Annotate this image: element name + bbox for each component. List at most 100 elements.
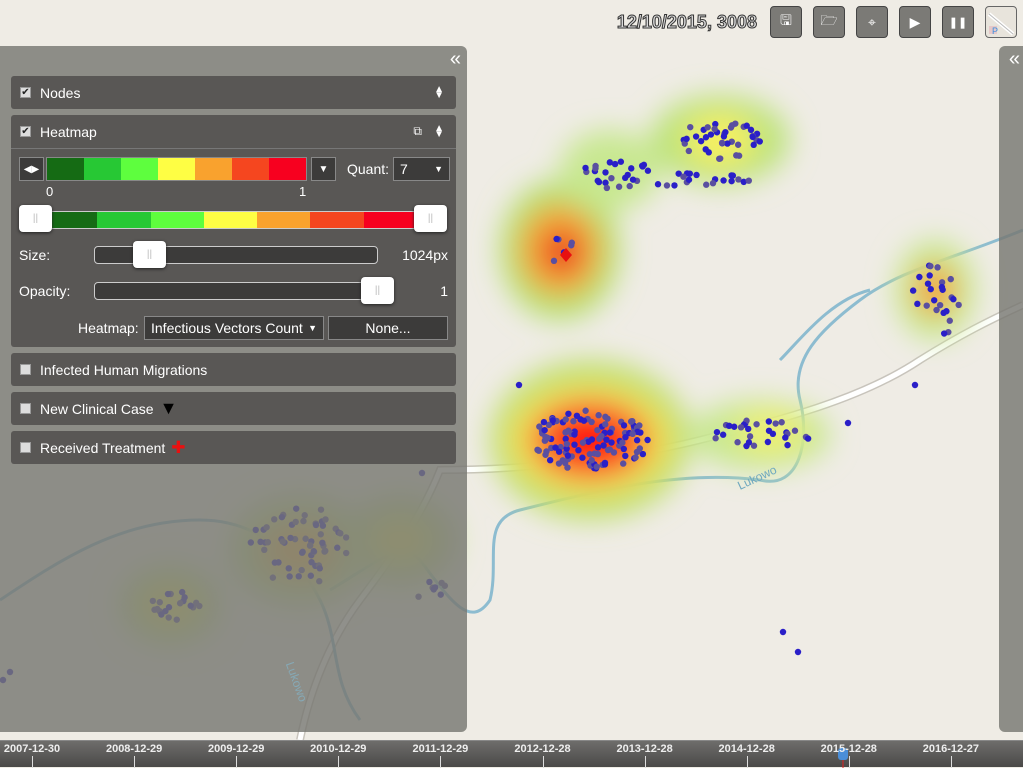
node-dot[interactable] bbox=[705, 149, 712, 156]
node-dot[interactable] bbox=[608, 174, 615, 182]
node-dot[interactable] bbox=[550, 257, 558, 265]
node-dot[interactable] bbox=[663, 182, 671, 189]
node-dot[interactable] bbox=[779, 628, 787, 636]
node-dot[interactable] bbox=[764, 438, 772, 446]
node-dot[interactable] bbox=[633, 448, 641, 456]
node-dot[interactable] bbox=[582, 407, 589, 414]
node-dot[interactable] bbox=[540, 418, 548, 426]
node-dot[interactable] bbox=[598, 432, 605, 440]
node-dot[interactable] bbox=[693, 171, 700, 179]
node-dot[interactable] bbox=[632, 454, 639, 461]
save-button[interactable]: 🖫 bbox=[770, 6, 802, 38]
node-dot[interactable] bbox=[709, 180, 717, 187]
node-dot[interactable] bbox=[938, 283, 946, 291]
node-dot[interactable] bbox=[724, 140, 731, 147]
node-dot[interactable] bbox=[707, 131, 715, 138]
node-dot[interactable] bbox=[633, 437, 641, 444]
node-dot[interactable] bbox=[728, 177, 735, 185]
node-dot[interactable] bbox=[582, 164, 589, 172]
node-dot[interactable] bbox=[620, 460, 627, 467]
timeline[interactable]: 2007-12-30 2008-12-29 2009-12-29 2010-12-29… bbox=[0, 740, 1023, 768]
external-link-icon[interactable]: ⧉ bbox=[413, 124, 422, 139]
node-dot[interactable] bbox=[927, 285, 934, 293]
node-dot[interactable] bbox=[610, 449, 618, 456]
node-dot[interactable] bbox=[588, 457, 595, 464]
play-button[interactable]: ▶ bbox=[899, 6, 931, 38]
open-button[interactable]: 🗁 bbox=[813, 6, 845, 38]
node-dot[interactable] bbox=[772, 420, 779, 427]
node-dot[interactable] bbox=[594, 450, 602, 458]
node-dot[interactable] bbox=[924, 280, 932, 287]
none-button[interactable]: None... bbox=[328, 316, 448, 340]
node-dot[interactable] bbox=[565, 410, 572, 417]
node-dot[interactable] bbox=[515, 381, 523, 389]
node-dot[interactable] bbox=[844, 419, 852, 427]
node-dot[interactable] bbox=[579, 454, 586, 461]
node-dot[interactable] bbox=[683, 135, 690, 143]
pause-button[interactable]: ❚❚ bbox=[942, 6, 974, 38]
node-dot[interactable] bbox=[549, 417, 557, 424]
range-max-handle[interactable]: || bbox=[414, 205, 447, 232]
heatmap-checkbox[interactable]: ✔ bbox=[20, 126, 31, 137]
node-dot[interactable] bbox=[644, 167, 652, 174]
node-dot[interactable] bbox=[571, 431, 578, 438]
node-dot[interactable] bbox=[685, 176, 693, 183]
node-dot[interactable] bbox=[916, 273, 923, 281]
node-dot[interactable] bbox=[546, 456, 554, 464]
node-dot[interactable] bbox=[734, 141, 742, 148]
node-dot[interactable] bbox=[644, 436, 651, 444]
node-dot[interactable] bbox=[617, 158, 625, 165]
size-slider[interactable]: || bbox=[94, 241, 378, 268]
node-dot[interactable] bbox=[564, 452, 572, 459]
node-dot[interactable] bbox=[719, 431, 727, 438]
node-dot[interactable] bbox=[686, 170, 694, 177]
clinical-checkbox[interactable] bbox=[20, 403, 31, 414]
node-dot[interactable] bbox=[624, 171, 631, 179]
node-dot[interactable] bbox=[750, 442, 758, 449]
node-dot[interactable] bbox=[620, 422, 628, 429]
node-dot[interactable] bbox=[594, 177, 601, 184]
node-dot[interactable] bbox=[791, 427, 799, 434]
node-dot[interactable] bbox=[930, 297, 938, 304]
node-dot[interactable] bbox=[562, 416, 569, 423]
node-dot[interactable] bbox=[750, 141, 757, 149]
node-dot[interactable] bbox=[911, 381, 919, 389]
node-dot[interactable] bbox=[697, 137, 705, 145]
node-dot[interactable] bbox=[926, 272, 933, 279]
node-dot[interactable] bbox=[552, 444, 559, 451]
node-dot[interactable] bbox=[940, 330, 948, 337]
reverse-colors-button[interactable]: ◀▶ bbox=[19, 157, 44, 181]
opacity-slider[interactable]: || bbox=[94, 277, 394, 304]
node-dot[interactable] bbox=[541, 426, 548, 434]
nodes-checkbox[interactable]: ✔ bbox=[20, 87, 31, 98]
node-dot[interactable] bbox=[782, 434, 789, 441]
node-dot[interactable] bbox=[909, 287, 917, 294]
center-button[interactable]: ⌖ bbox=[856, 6, 888, 38]
node-dot[interactable] bbox=[603, 184, 611, 192]
node-dot[interactable] bbox=[778, 419, 785, 426]
heatmap-source-select[interactable]: Infectious Vectors Count ▼ bbox=[144, 316, 324, 340]
node-dot[interactable] bbox=[725, 422, 733, 430]
node-dot[interactable] bbox=[704, 124, 711, 131]
node-dot[interactable] bbox=[534, 446, 541, 454]
node-dot[interactable] bbox=[638, 162, 646, 169]
node-dot[interactable] bbox=[671, 182, 678, 189]
node-dot[interactable] bbox=[592, 162, 599, 170]
node-dot[interactable] bbox=[946, 317, 953, 324]
node-dot[interactable] bbox=[745, 177, 752, 184]
node-dot[interactable] bbox=[753, 421, 760, 428]
opacity-slider-handle[interactable]: || bbox=[361, 277, 394, 304]
node-dot[interactable] bbox=[622, 433, 629, 441]
node-dot[interactable] bbox=[629, 176, 637, 183]
node-dot[interactable] bbox=[580, 417, 588, 424]
node-dot[interactable] bbox=[769, 430, 777, 438]
node-dot[interactable] bbox=[743, 122, 750, 129]
node-dot[interactable] bbox=[947, 275, 954, 283]
node-dot[interactable] bbox=[563, 440, 571, 448]
node-dot[interactable] bbox=[744, 425, 752, 433]
color-ramp-dropdown[interactable]: ▼ bbox=[311, 157, 336, 181]
node-dot[interactable] bbox=[712, 435, 719, 442]
layer-toggle-button[interactable]: P bbox=[985, 6, 1017, 38]
node-dot[interactable] bbox=[936, 301, 944, 309]
node-dot[interactable] bbox=[615, 183, 623, 190]
